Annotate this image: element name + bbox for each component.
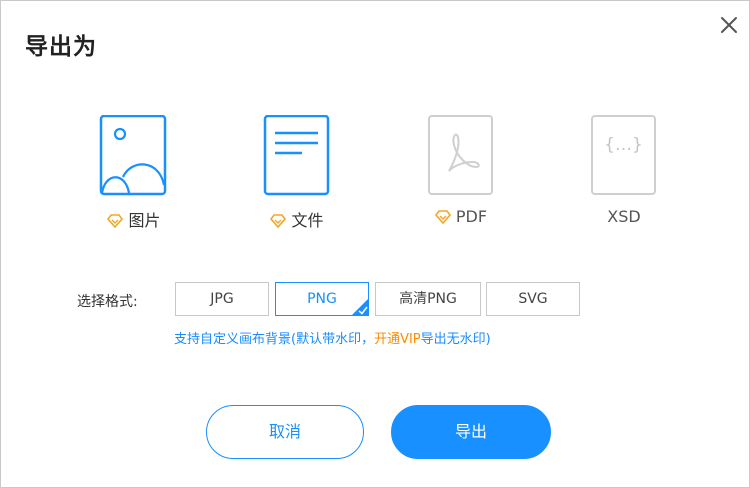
close-icon: [721, 17, 737, 33]
cancel-button[interactable]: 取消: [206, 405, 364, 459]
xsd-file-icon: {…}: [591, 115, 656, 195]
format-png-label: PNG: [307, 291, 337, 307]
image-file-icon: [99, 115, 167, 196]
export-button[interactable]: 导出: [391, 405, 551, 459]
format-svg-button[interactable]: SVG: [486, 282, 580, 316]
vip-diamond-icon: [434, 210, 451, 224]
format-hd-png-button[interactable]: 高清PNG: [375, 282, 481, 316]
open-vip-link[interactable]: 开通VIP: [374, 332, 421, 347]
hint-text: 支持自定义画布背景(默认带水印，: [174, 332, 375, 347]
export-option-file[interactable]: 文件: [242, 115, 352, 235]
format-label: 选择格式:: [77, 294, 138, 310]
export-option-label: PDF: [455, 207, 488, 226]
close-button[interactable]: [717, 13, 741, 37]
svg-text:{…}: {…}: [604, 135, 643, 155]
export-option-label: 图片: [128, 211, 161, 230]
pdf-file-icon: [428, 115, 493, 195]
watermark-hint: 支持自定义画布背景(默认带水印，开通VIP导出无水印): [174, 328, 491, 347]
dialog-title: 导出为: [25, 34, 97, 60]
export-dialog: 导出为 图片 文件 PDF {…} XSD 选择格式: JPG PNG 高清PN…: [0, 0, 750, 488]
export-option-image[interactable]: 图片: [79, 115, 189, 235]
format-jpg-button[interactable]: JPG: [175, 282, 269, 316]
vip-diamond-icon: [270, 214, 287, 228]
export-option-label: XSD: [607, 207, 641, 226]
export-option-label: 文件: [291, 211, 324, 230]
export-option-xsd[interactable]: {…} XSD: [569, 115, 679, 235]
hint-text-end: 导出无水印): [420, 332, 491, 347]
vip-diamond-icon: [107, 214, 124, 228]
text-file-icon: [263, 115, 330, 196]
format-png-button[interactable]: PNG: [275, 282, 369, 316]
export-option-pdf[interactable]: PDF: [406, 115, 516, 235]
selected-check-icon: [351, 298, 369, 316]
